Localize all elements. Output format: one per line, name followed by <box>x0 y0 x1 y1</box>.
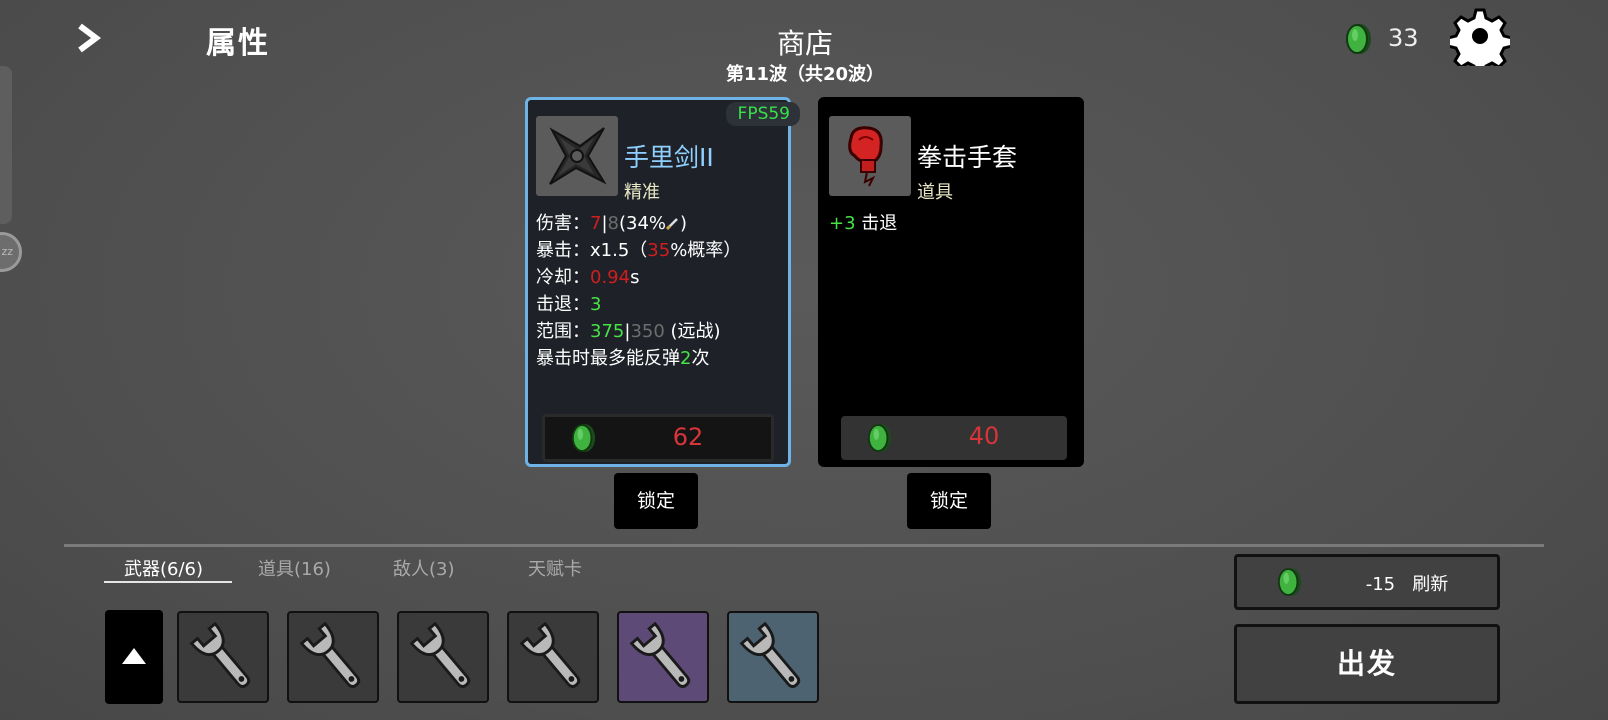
sword-icon <box>665 218 678 231</box>
stat-crit: 暴击：x1.5（35%概率） <box>536 240 742 261</box>
stat-range: 范围：375|350 (远战) <box>536 321 721 342</box>
side-circle-button[interactable]: zz <box>0 232 22 272</box>
inventory-slot[interactable] <box>177 611 269 703</box>
wrench-icon <box>289 613 377 701</box>
gear-icon[interactable] <box>1446 6 1514 76</box>
item-type: 道具 <box>917 182 953 203</box>
tab-talent-cards[interactable]: 天赋卡 <box>528 555 582 581</box>
item-stats: +3 击退 <box>829 210 897 237</box>
stat-cooldown: 冷却：0.94s <box>536 267 640 288</box>
lock-button[interactable]: 锁定 <box>614 473 698 529</box>
inventory-slot[interactable] <box>617 611 709 703</box>
coin-icon <box>1277 565 1303 599</box>
wrench-icon <box>619 613 707 701</box>
active-tab-underline <box>104 581 232 583</box>
tab-enemies[interactable]: 敌人(3) <box>393 555 455 581</box>
shop-item-card[interactable]: 手里剑II 精准 FPS59 伤害：7|8(34%) 暴击：x1.5（35%概率… <box>525 97 800 467</box>
inventory-slot[interactable] <box>727 611 819 703</box>
divider <box>64 544 1544 547</box>
coin-icon <box>571 422 597 454</box>
coin-icon <box>1345 22 1373 56</box>
item-stats: 伤害：7|8(34%) 暴击：x1.5（35%概率） 冷却：0.94s 击退：3… <box>536 210 741 372</box>
go-button[interactable]: 出发 <box>1234 624 1500 704</box>
buy-button[interactable]: 62 <box>542 414 774 462</box>
refresh-label: -15 刷新 <box>1365 574 1449 595</box>
buy-button[interactable]: 40 <box>841 416 1067 460</box>
expand-up-button[interactable] <box>105 610 163 704</box>
arrow-up-icon <box>122 648 146 664</box>
stat-knockback: 击退：3 <box>536 294 602 315</box>
tab-items[interactable]: 道具(16) <box>258 555 331 581</box>
shop-item-card[interactable]: 拳击手套 道具 +3 击退 40 <box>818 97 1084 467</box>
wrench-icon <box>179 613 267 701</box>
page-title: 商店 <box>776 27 833 60</box>
item-name: 手里剑II <box>624 143 714 172</box>
item-name: 拳击手套 <box>917 143 1018 172</box>
fps-counter: FPS59 <box>725 102 800 126</box>
wrench-icon <box>399 613 487 701</box>
stat-bounce: 暴击时最多能反弹2次 <box>536 348 710 369</box>
refresh-button[interactable]: -15 刷新 <box>1234 554 1500 610</box>
inventory-slot[interactable] <box>397 611 489 703</box>
gold-count: 33 <box>1388 24 1419 52</box>
stat-damage: 伤害：7|8(34%) <box>536 213 688 234</box>
side-panel-tab[interactable] <box>0 66 12 224</box>
coin-icon <box>867 422 893 454</box>
shuriken-icon <box>536 116 618 196</box>
attributes-tab-label[interactable]: 属性 <box>206 18 270 62</box>
wave-indicator: 第11波（共20波） <box>725 64 885 85</box>
lock-button[interactable]: 锁定 <box>907 473 991 529</box>
stat-knockback: +3 击退 <box>829 213 898 234</box>
inventory-slot[interactable] <box>287 611 379 703</box>
tab-weapons[interactable]: 武器(6/6) <box>124 555 203 581</box>
item-type: 精准 <box>624 182 660 203</box>
inventory-slot[interactable] <box>507 611 599 703</box>
wrench-icon <box>509 613 597 701</box>
wrench-icon <box>729 613 817 701</box>
item-price: 40 <box>968 422 1000 450</box>
chevron-right-icon[interactable] <box>74 22 106 54</box>
boxing-glove-icon <box>829 116 911 196</box>
item-price: 62 <box>672 423 704 451</box>
